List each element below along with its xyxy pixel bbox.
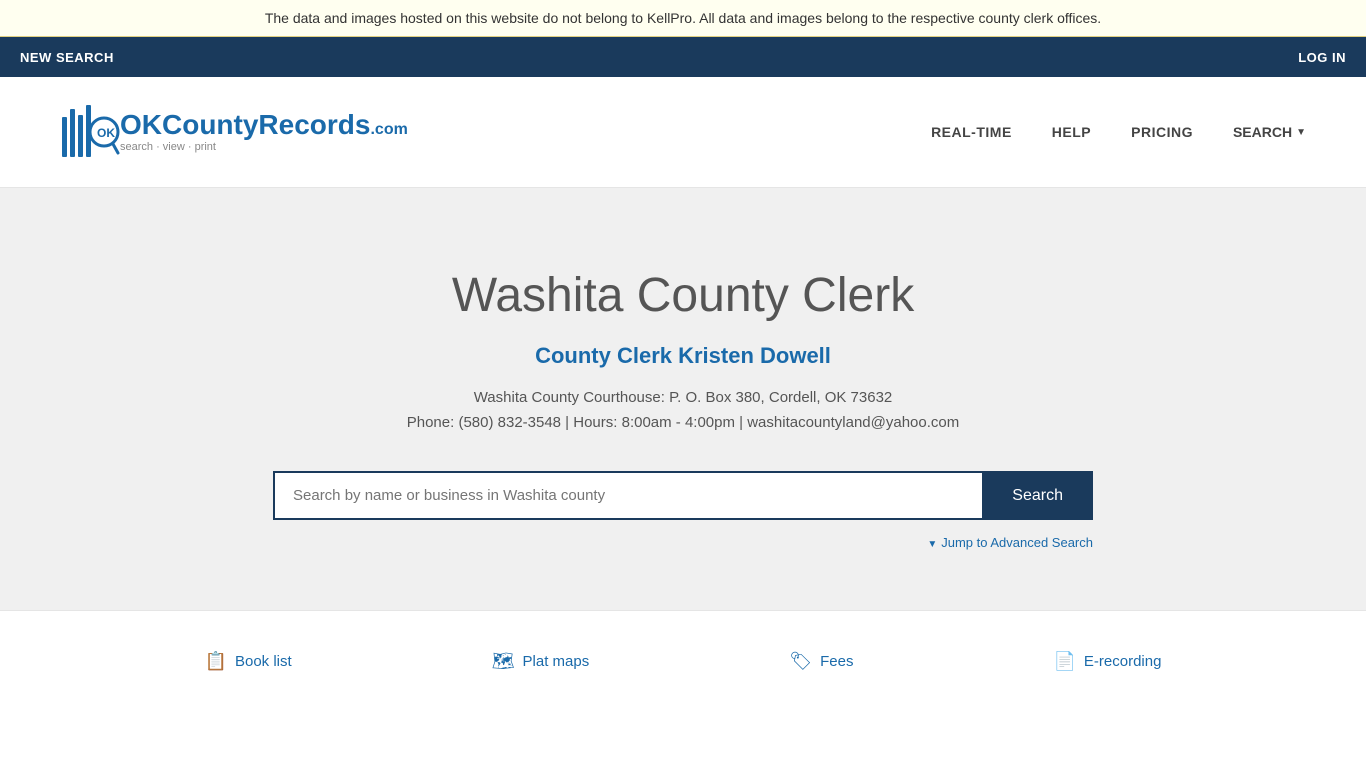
courthouse-address: Washita County Courthouse: P. O. Box 380…: [20, 389, 1346, 406]
search-input[interactable]: [273, 471, 982, 520]
footer-link-plat-maps[interactable]: 🗺 Plat maps: [492, 651, 590, 672]
banner-text: The data and images hosted on this websi…: [265, 10, 1101, 26]
logo-tagline: search · view · print: [120, 141, 408, 153]
footer-link-book-list[interactable]: 📋 Book list: [205, 651, 292, 672]
phone-hours: Phone: (580) 832-3548 | Hours: 8:00am - …: [20, 414, 1346, 431]
svg-text:OK: OK: [97, 126, 115, 140]
main-navigation: REAL-TIME HELP PRICING SEARCH ▼: [931, 124, 1306, 140]
log-in-link[interactable]: LOG IN: [1298, 50, 1346, 65]
footer-link-label-0: Book list: [235, 653, 292, 670]
advanced-search-link[interactable]: ▼Jump to Advanced Search: [927, 535, 1093, 550]
advanced-search-link-area: ▼Jump to Advanced Search: [273, 535, 1093, 550]
notice-banner: The data and images hosted on this websi…: [0, 0, 1366, 37]
logo-icon: OK: [60, 97, 120, 167]
county-title: Washita County Clerk: [20, 268, 1346, 323]
search-nav-caret: ▼: [1296, 127, 1306, 138]
hero-section: Washita County Clerk County Clerk Kriste…: [0, 188, 1366, 610]
footer-link-icon-2: 🏷: [789, 651, 812, 672]
pricing-nav-link[interactable]: PRICING: [1131, 124, 1193, 140]
footer-link-icon-3: 📄: [1053, 651, 1075, 672]
footer-link-label-3: E-recording: [1084, 653, 1162, 670]
footer-link-e-recording[interactable]: 📄 E-recording: [1053, 651, 1161, 672]
logo-text: OKCountyRecords.com search · view · prin…: [120, 111, 408, 153]
real-time-nav-link[interactable]: REAL-TIME: [931, 124, 1012, 140]
logo-brand-text: OKCountyRecords.com: [120, 111, 408, 139]
footer-link-label-1: Plat maps: [523, 653, 590, 670]
advanced-search-triangle: ▼: [927, 539, 937, 550]
footer-link-fees[interactable]: 🏷 Fees: [789, 651, 853, 672]
help-nav-link[interactable]: HELP: [1052, 124, 1091, 140]
footer-link-label-2: Fees: [820, 653, 853, 670]
new-search-link[interactable]: NEW SEARCH: [20, 50, 114, 65]
footer-link-icon-1: 🗺: [492, 651, 515, 672]
footer-link-icon-0: 📋: [205, 651, 227, 672]
search-nav-label: SEARCH: [1233, 124, 1292, 140]
clerk-name: County Clerk Kristen Dowell: [20, 343, 1346, 369]
logo-area[interactable]: OK OKCountyRecords.com search · view · p…: [60, 97, 408, 167]
site-header: OK OKCountyRecords.com search · view · p…: [0, 77, 1366, 188]
search-button[interactable]: Search: [982, 471, 1093, 520]
top-nav-bar: NEW SEARCH LOG IN: [0, 37, 1366, 77]
search-area: Search: [273, 471, 1093, 520]
search-nav-dropdown[interactable]: SEARCH ▼: [1233, 124, 1306, 140]
footer-links-section: 📋 Book list 🗺 Plat maps 🏷 Fees 📄 E-recording: [0, 610, 1366, 712]
